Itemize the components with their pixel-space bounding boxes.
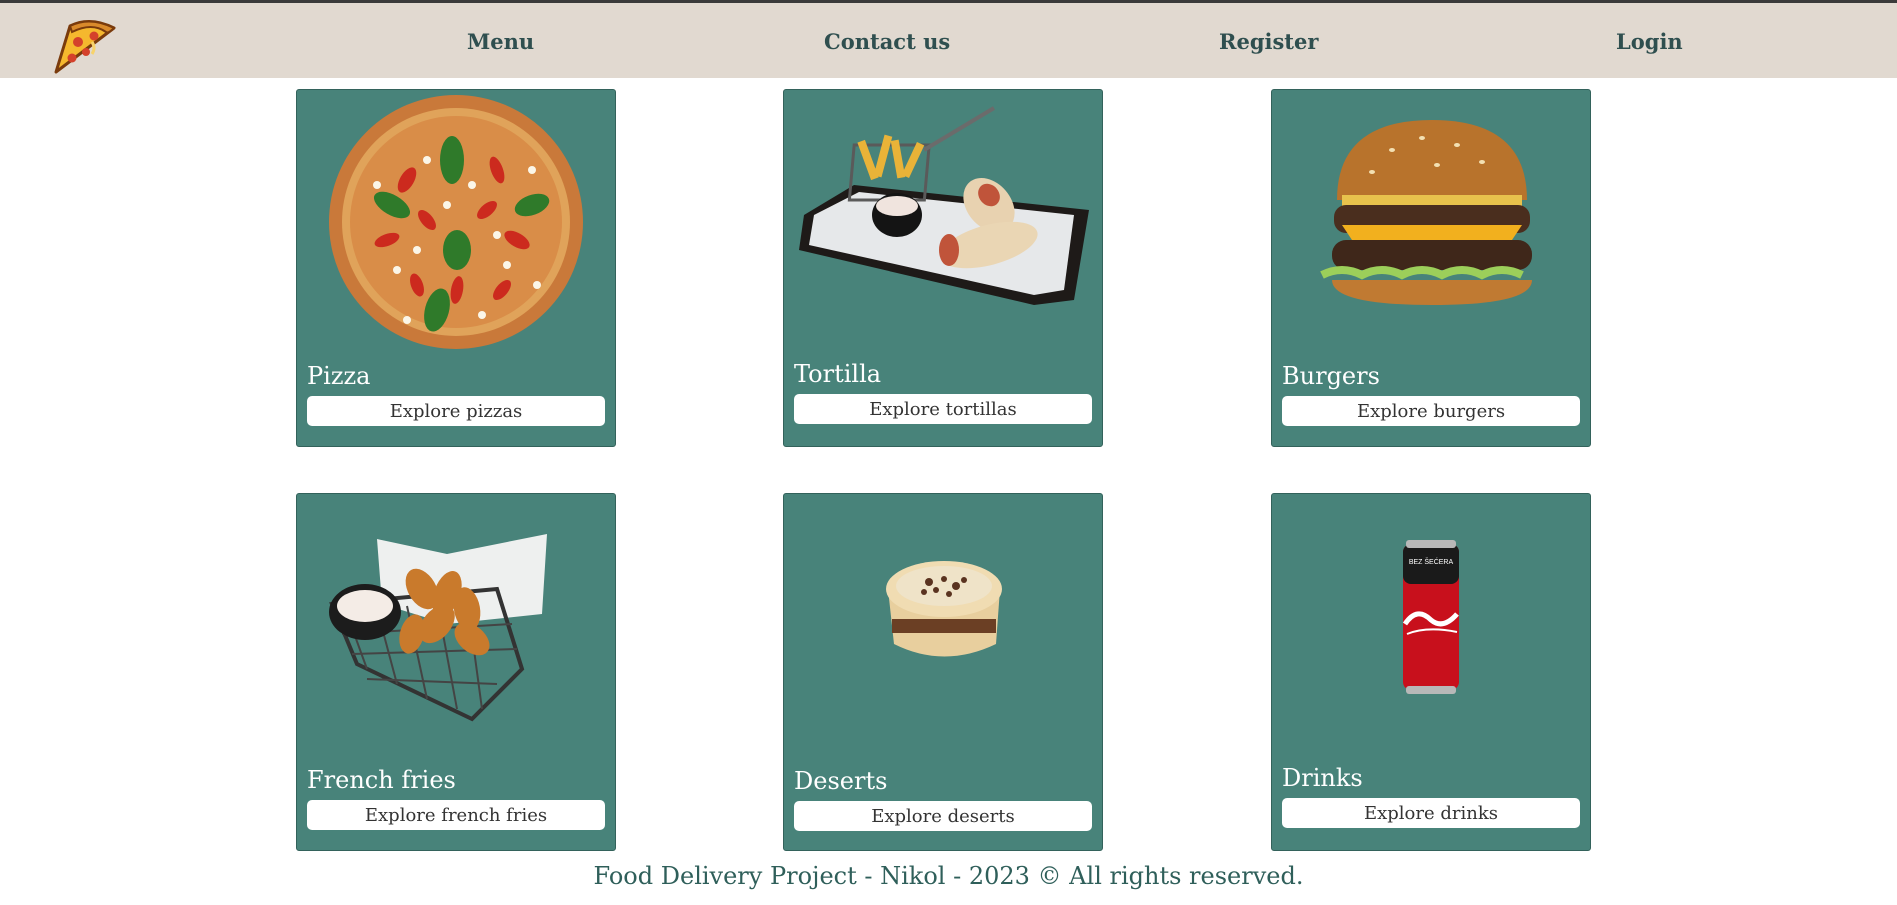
category-card-deserts: Deserts Explore deserts: [783, 493, 1103, 851]
explore-french-fries-button[interactable]: Explore french fries: [307, 800, 605, 830]
dessert-image: [886, 561, 1002, 657]
card-title-drinks: Drinks: [1282, 764, 1363, 792]
pizza-logo-icon[interactable]: [48, 12, 122, 76]
category-card-burgers: Burgers Explore burgers: [1271, 89, 1591, 447]
drink-can-image: BEZ ŠEĆERA: [1402, 540, 1459, 694]
category-card-pizza: Pizza Explore pizzas: [296, 89, 616, 447]
explore-pizzas-button[interactable]: Explore pizzas: [307, 396, 605, 426]
card-title-french-fries: French fries: [307, 766, 456, 794]
explore-tortillas-button[interactable]: Explore tortillas: [794, 394, 1092, 424]
category-card-drinks: BEZ ŠEĆERA Drinks Explore drinks: [1271, 493, 1591, 851]
burger-image: [1320, 120, 1532, 305]
card-title-deserts: Deserts: [794, 767, 888, 795]
explore-burgers-button[interactable]: Explore burgers: [1282, 396, 1580, 426]
nav-register-link[interactable]: Register: [1219, 29, 1318, 54]
category-card-french-fries: French fries Explore french fries: [296, 493, 616, 851]
fries-image: [329, 534, 547, 722]
tortilla-image: [799, 106, 1089, 305]
pizza-image: [329, 95, 583, 349]
svg-text:BEZ ŠEĆERA: BEZ ŠEĆERA: [1409, 557, 1454, 566]
nav-contact-link[interactable]: Contact us: [824, 29, 950, 54]
nav-menu-link[interactable]: Menu: [467, 29, 534, 54]
nav-login-link[interactable]: Login: [1616, 29, 1683, 54]
top-navbar: Menu Contact us Register Login: [0, 3, 1897, 78]
explore-drinks-button[interactable]: Explore drinks: [1282, 798, 1580, 828]
card-title-burgers: Burgers: [1282, 362, 1380, 390]
page-footer: Food Delivery Project - Nikol - 2023 © A…: [593, 862, 1304, 890]
card-title-tortilla: Tortilla: [794, 360, 882, 388]
card-title-pizza: Pizza: [307, 362, 371, 390]
explore-deserts-button[interactable]: Explore deserts: [794, 801, 1092, 831]
category-card-tortilla: Tortilla Explore tortillas: [783, 89, 1103, 447]
